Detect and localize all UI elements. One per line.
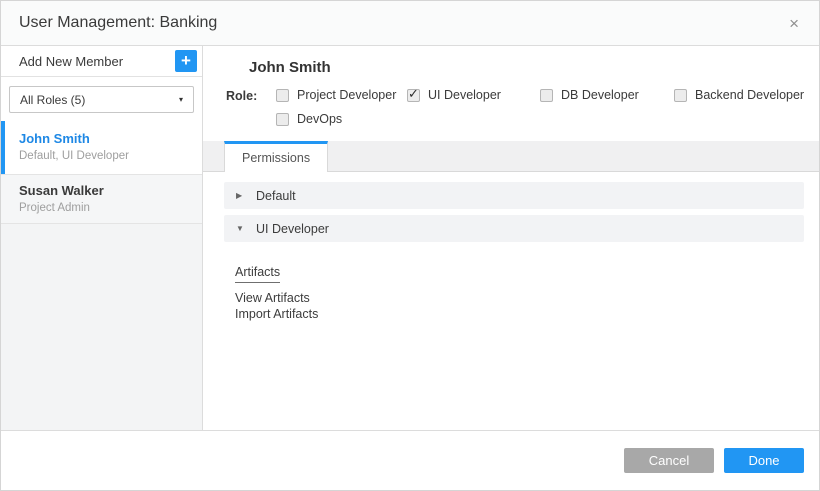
accordion-label: UI Developer [256, 222, 329, 236]
role-checkbox-db-developer[interactable]: ✓ DB Developer [540, 88, 674, 102]
dialog-title: User Management: Banking [19, 14, 783, 32]
accordion-ui-developer[interactable]: ▼ UI Developer [224, 215, 804, 242]
roles-filter-select[interactable]: All Roles (5) ▾ [9, 86, 194, 113]
members-sidebar: Add New Member + All Roles (5) ▾ John Sm… [1, 46, 203, 430]
user-management-dialog: User Management: Banking × Add New Membe… [0, 0, 820, 491]
role-checkbox-group: Role: ✓ Project Developer ✓ UI Developer… [226, 88, 809, 126]
role-checkbox-ui-developer[interactable]: ✓ UI Developer [407, 88, 540, 102]
role-option-label: Project Developer [297, 88, 396, 102]
permission-item-import-artifacts: Import Artifacts [235, 306, 804, 322]
member-detail-panel: John Smith Role: ✓ Project Developer ✓ U… [203, 46, 819, 430]
role-checkbox-backend-developer[interactable]: ✓ Backend Developer [674, 88, 809, 102]
member-roles: Project Admin [19, 202, 188, 214]
role-label: Role: [226, 88, 276, 103]
add-member-row: Add New Member + [1, 46, 202, 77]
chevron-down-icon: ▼ [236, 224, 256, 233]
member-detail-name: John Smith [249, 59, 804, 76]
permissions-accordion: ▶ Default ▼ UI Developer [203, 172, 819, 248]
checkbox-icon: ✓ [674, 89, 687, 102]
member-name: John Smith [19, 131, 188, 146]
role-checkbox-project-developer[interactable]: ✓ Project Developer [276, 88, 407, 102]
plus-icon: + [181, 51, 191, 70]
member-item-susan-walker[interactable]: Susan Walker Project Admin [1, 175, 202, 224]
permission-item-view-artifacts: View Artifacts [235, 290, 804, 306]
chevron-right-icon: ▶ [236, 191, 256, 200]
role-option-label: Backend Developer [695, 88, 804, 102]
checkbox-icon: ✓ [276, 113, 289, 126]
role-option-label: DevOps [297, 112, 342, 126]
roles-filter-value: All Roles (5) [20, 93, 179, 107]
cancel-button[interactable]: Cancel [624, 448, 714, 473]
roles-filter-row: All Roles (5) ▾ [1, 77, 202, 121]
role-checkbox-devops[interactable]: ✓ DevOps [276, 112, 407, 126]
member-name: Susan Walker [19, 183, 188, 198]
permission-group-artifacts: Artifacts View Artifacts Import Artifact… [235, 263, 804, 322]
chevron-down-icon: ▾ [179, 95, 183, 104]
close-icon[interactable]: × [783, 13, 805, 34]
role-option-label: UI Developer [428, 88, 501, 102]
add-member-button[interactable]: + [175, 50, 197, 72]
tab-bar: Permissions [203, 141, 819, 172]
role-option-label: DB Developer [561, 88, 639, 102]
check-icon: ✓ [408, 86, 419, 102]
dialog-header: User Management: Banking × [1, 1, 819, 46]
member-roles: Default, UI Developer [19, 150, 188, 162]
checkbox-checked-icon: ✓ [407, 89, 420, 102]
checkbox-icon: ✓ [276, 89, 289, 102]
dialog-body: Add New Member + All Roles (5) ▾ John Sm… [1, 46, 819, 430]
member-list: John Smith Default, UI Developer Susan W… [1, 121, 202, 224]
done-button[interactable]: Done [724, 448, 804, 473]
member-item-john-smith[interactable]: John Smith Default, UI Developer [1, 121, 202, 175]
accordion-label: Default [256, 189, 296, 203]
tab-label: Permissions [242, 151, 310, 165]
accordion-default[interactable]: ▶ Default [224, 182, 804, 209]
checkbox-icon: ✓ [540, 89, 553, 102]
add-member-label: Add New Member [19, 54, 175, 69]
dialog-footer: Cancel Done [1, 430, 819, 490]
permission-group-heading: Artifacts [235, 265, 280, 283]
tab-permissions[interactable]: Permissions [224, 141, 328, 172]
